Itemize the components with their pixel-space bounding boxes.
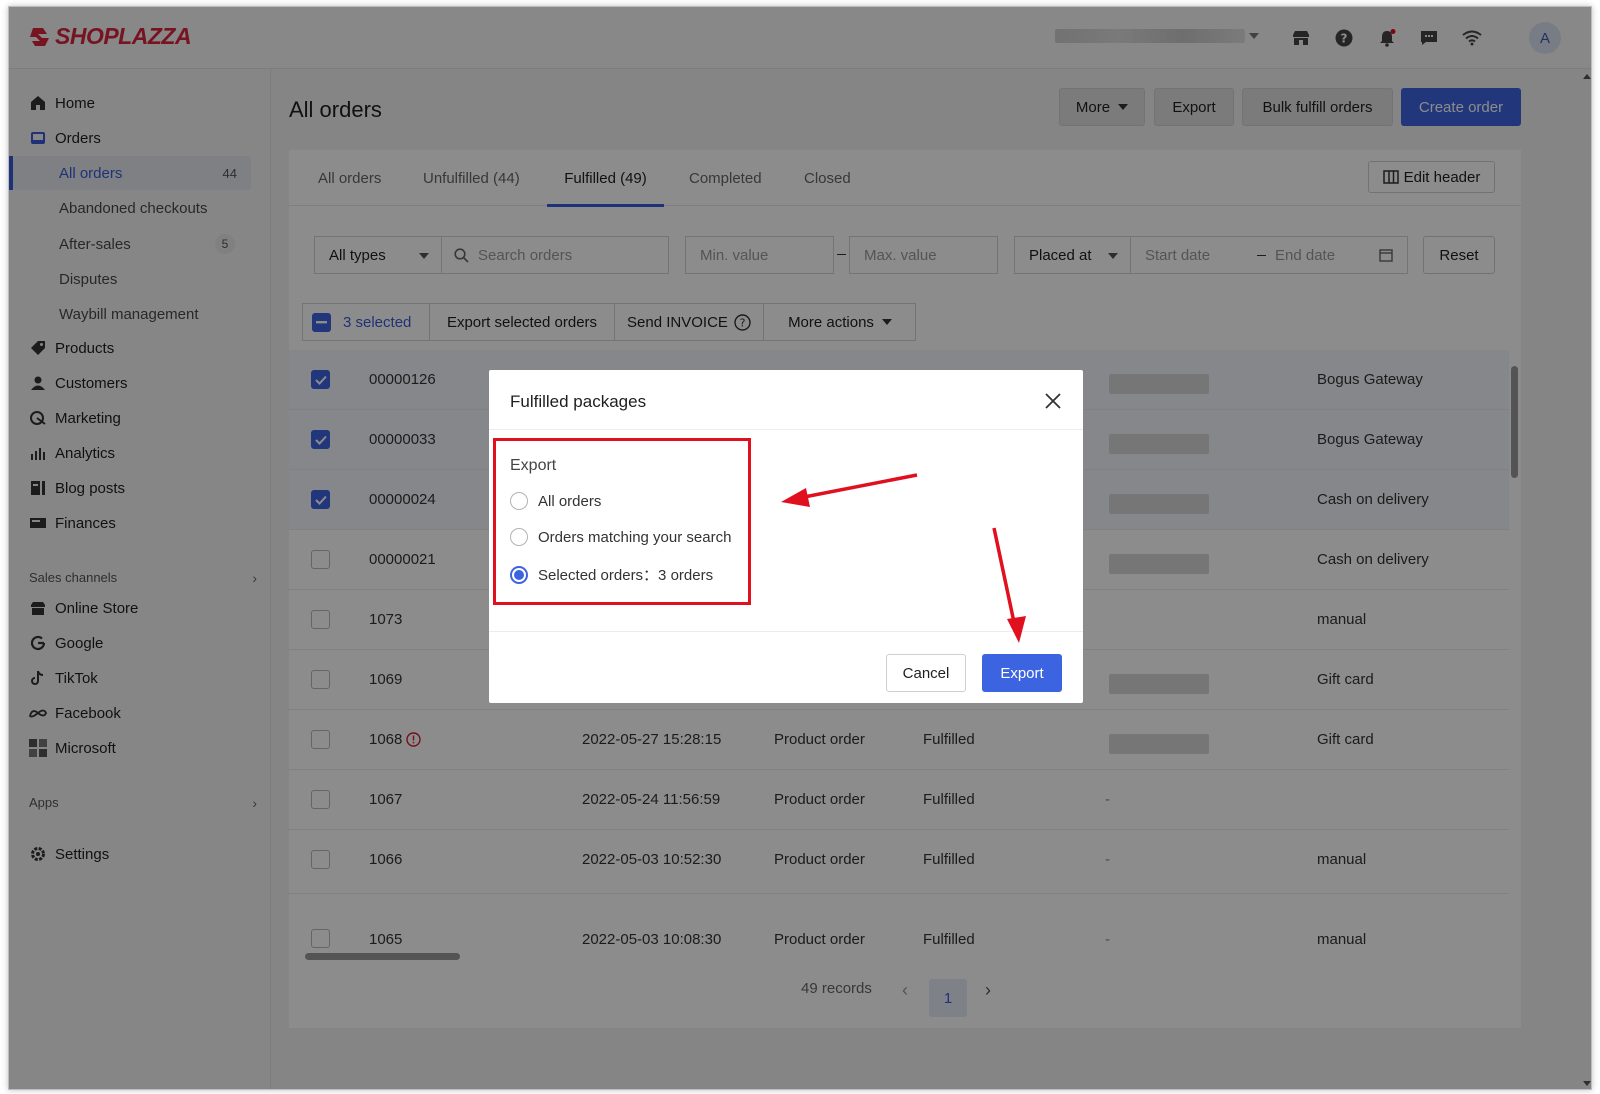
close-icon[interactable] (1042, 390, 1064, 412)
radio-button[interactable] (510, 528, 528, 546)
export-section-label: Export (510, 457, 557, 474)
radio-label: All orders (538, 492, 602, 510)
radio-matching-search[interactable]: Orders matching your search (510, 528, 731, 546)
app-window: SHOPLAZZA ? A Home Orders All orders 44 … (8, 6, 1592, 1090)
radio-button[interactable] (510, 492, 528, 510)
cancel-button[interactable]: Cancel (886, 654, 966, 692)
dialog-export-button[interactable]: Export (982, 654, 1062, 692)
dialog-title: Fulfilled packages (510, 392, 647, 411)
radio-selected-orders[interactable]: Selected orders：3 orders (510, 564, 713, 585)
radio-all-orders[interactable]: All orders (510, 492, 601, 510)
radio-button[interactable] (510, 565, 528, 584)
radio-label: Selected orders：3 orders (538, 567, 714, 584)
radio-label: Orders matching your search (538, 528, 732, 546)
fulfilled-packages-dialog: Fulfilled packages Export All orders Ord… (489, 370, 1083, 703)
